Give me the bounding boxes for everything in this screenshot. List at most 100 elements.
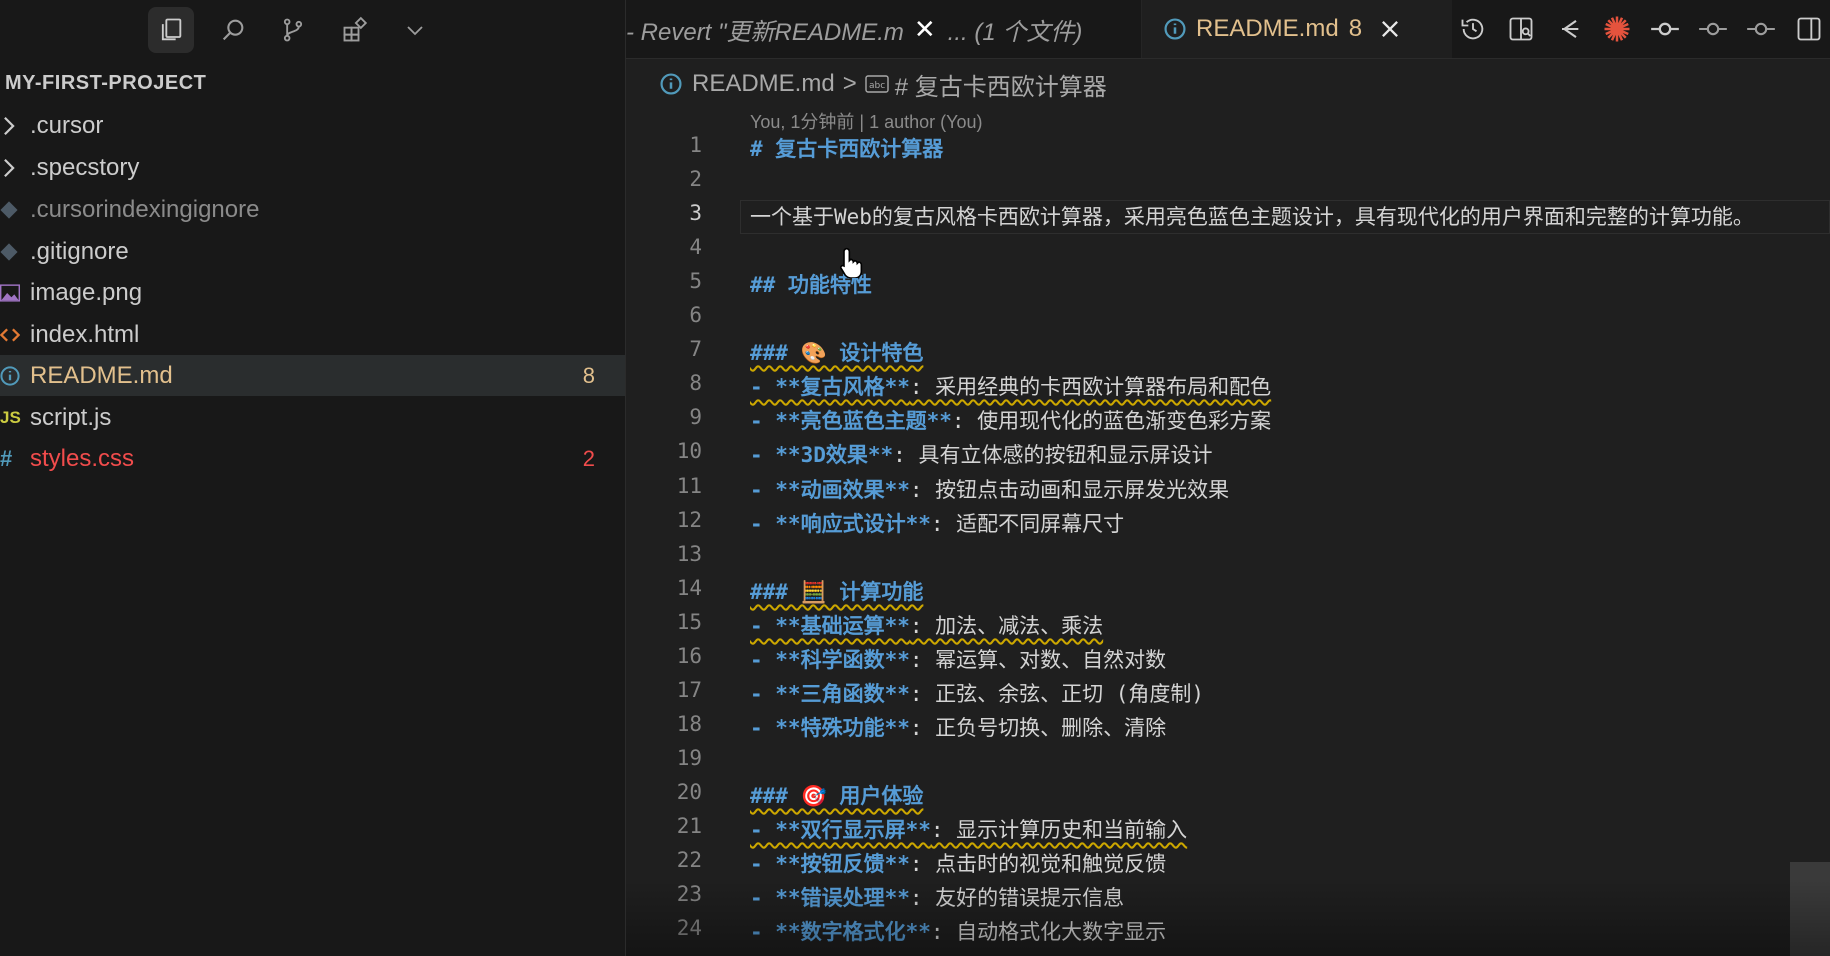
- line-number[interactable]: 4: [640, 235, 702, 259]
- cursor-sparkle-icon[interactable]: [1600, 12, 1634, 46]
- compare-changes-icon[interactable]: [1552, 12, 1586, 46]
- tree-item-cursor[interactable]: .cursor: [0, 105, 625, 146]
- line-number[interactable]: 6: [640, 303, 702, 327]
- close-icon[interactable]: ✕: [914, 14, 936, 45]
- code-token: - **亮色蓝色主题**: [750, 409, 952, 433]
- code-line[interactable]: - **特殊功能**: 正负号切换、删除、清除: [750, 712, 1166, 742]
- line-number[interactable]: 7: [640, 337, 702, 361]
- git-commit-icon[interactable]: [1648, 12, 1682, 46]
- line-number[interactable]: 1: [640, 133, 702, 157]
- tab-readme[interactable]: README.md 8: [1142, 0, 1452, 58]
- line-number[interactable]: 12: [640, 508, 702, 532]
- line-number[interactable]: 19: [640, 746, 702, 770]
- tree-item-styles-css[interactable]: # styles.css 2: [0, 438, 625, 479]
- problem-count-badge: 8: [582, 362, 595, 388]
- code-line[interactable]: - **数字格式化**: 自动格式化大数字显示: [750, 916, 1166, 946]
- code-line[interactable]: 一个基于Web的复古风格卡西欧计算器，采用亮色蓝色主题设计，具有现代化的用户界面…: [750, 201, 1754, 231]
- tree-item-cursorindexingignore[interactable]: .cursorindexingignore: [0, 189, 625, 230]
- line-number[interactable]: 13: [640, 542, 702, 566]
- line-number[interactable]: 18: [640, 712, 702, 736]
- activity-bar: [0, 0, 625, 58]
- line-number[interactable]: 16: [640, 644, 702, 668]
- tree-item-image-png[interactable]: image.png: [0, 272, 625, 313]
- code-token: : 加法、减法、乘法: [909, 614, 1104, 638]
- code-token: ### 🎨 设计特色: [750, 341, 924, 365]
- search-icon[interactable]: [210, 7, 256, 53]
- line-number[interactable]: 22: [640, 848, 702, 872]
- chevron-down-icon[interactable]: [392, 7, 438, 53]
- previous-change-icon[interactable]: [1696, 12, 1730, 46]
- code-line[interactable]: - **亮色蓝色主题**: 使用现代化的蓝色渐变色彩方案: [750, 405, 1271, 435]
- tree-item-readme[interactable]: README.md 8: [0, 355, 625, 396]
- code-token: ### 🎯 用户体验: [750, 784, 924, 808]
- code-token: ### 🧮 计算功能: [750, 580, 924, 604]
- line-number[interactable]: 9: [640, 405, 702, 429]
- line-number[interactable]: 15: [640, 610, 702, 634]
- breadcrumb: README.md > abc # 复古卡西欧计算器: [660, 66, 1107, 102]
- code-token: : 正负号切换、删除、清除: [909, 716, 1167, 740]
- code-token: : 自动格式化大数字显示: [930, 920, 1167, 944]
- line-number[interactable]: 21: [640, 814, 702, 838]
- code-line[interactable]: - **错误处理**: 友好的错误提示信息: [750, 882, 1124, 912]
- line-number[interactable]: 3: [640, 201, 702, 225]
- line-number[interactable]: 14: [640, 576, 702, 600]
- tree-item-label: image.png: [30, 278, 143, 306]
- chevron-right-icon: [0, 157, 30, 179]
- line-number[interactable]: 5: [640, 269, 702, 293]
- code-token: : 适配不同屏幕尺寸: [930, 512, 1125, 536]
- code-line[interactable]: - **基础运算**: 加法、减法、乘法: [750, 610, 1103, 640]
- code-token: - **按钮反馈**: [750, 852, 910, 876]
- code-line[interactable]: - **三角函数**: 正弦、余弦、正切 (角度制): [750, 678, 1204, 708]
- next-change-icon[interactable]: [1744, 12, 1778, 46]
- code-line[interactable]: - **按钮反馈**: 点击时的视觉和触觉反馈: [750, 848, 1166, 878]
- open-preview-icon[interactable]: [1504, 12, 1538, 46]
- line-number[interactable]: 8: [640, 371, 702, 395]
- timeline-history-icon[interactable]: [1456, 12, 1490, 46]
- code-line[interactable]: ### 🎯 用户体验: [750, 780, 923, 810]
- tab-bar: - Revert "更新README.m ✕ ... (1 个文件) READM…: [626, 0, 1830, 59]
- explorer-title: MY-FIRST-PROJECT: [5, 72, 207, 94]
- line-number[interactable]: 11: [640, 474, 702, 498]
- code-line[interactable]: - **3D效果**: 具有立体感的按钮和显示屏设计: [750, 439, 1212, 469]
- extensions-icon[interactable]: [332, 7, 378, 53]
- close-icon[interactable]: [1380, 19, 1400, 39]
- css-file-icon: #: [0, 445, 13, 471]
- line-number[interactable]: 24: [640, 916, 702, 940]
- line-number[interactable]: 20: [640, 780, 702, 804]
- line-number[interactable]: 17: [640, 678, 702, 702]
- git-blame-annotation[interactable]: You, 1分钟前 | 1 author (You): [750, 108, 982, 134]
- explorer-sidebar: MY-FIRST-PROJECT .cursor .specstory .cur…: [0, 0, 626, 956]
- source-control-icon[interactable]: [270, 7, 316, 53]
- tab-revert-diff[interactable]: - Revert "更新README.m ✕ ... (1 个文件): [626, 0, 1142, 58]
- code-token: - **特殊功能**: [750, 716, 910, 740]
- tree-item-script-js[interactable]: JS script.js: [0, 397, 625, 438]
- code-token: : 使用现代化的蓝色渐变色彩方案: [951, 409, 1272, 433]
- code-token: - **3D效果**: [750, 443, 894, 467]
- split-editor-icon[interactable]: [1792, 12, 1826, 46]
- editor-scrollbar-thumb[interactable]: [1790, 862, 1830, 956]
- code-line[interactable]: - **动画效果**: 按钮点击动画和显示屏发光效果: [750, 474, 1229, 504]
- problem-count-badge: 8: [1348, 15, 1363, 42]
- tab-label: README.md: [1196, 15, 1339, 42]
- explorer-icon[interactable]: [148, 7, 194, 53]
- code-line[interactable]: - **复古风格**: 采用经典的卡西欧计算器布局和配色: [750, 371, 1271, 401]
- tree-item-specstory[interactable]: .specstory: [0, 147, 625, 188]
- code-line[interactable]: ### 🧮 计算功能: [750, 576, 923, 606]
- code-line[interactable]: ### 🎨 设计特色: [750, 337, 923, 367]
- code-line[interactable]: - **响应式设计**: 适配不同屏幕尺寸: [750, 508, 1124, 538]
- code-token: # 复古卡西欧计算器: [750, 137, 944, 161]
- tree-item-label: .cursor: [30, 111, 104, 139]
- line-number[interactable]: 2: [640, 167, 702, 191]
- code-line[interactable]: - **科学函数**: 幂运算、对数、自然对数: [750, 644, 1166, 674]
- info-icon: [660, 73, 682, 95]
- tree-item-index-html[interactable]: index.html: [0, 314, 625, 355]
- breadcrumb-symbol[interactable]: # 复古卡西欧计算器: [895, 67, 1107, 102]
- code-line[interactable]: - **双行显示屏**: 显示计算历史和当前输入: [750, 814, 1187, 844]
- code-token: : 具有立体感的按钮和显示屏设计: [893, 443, 1213, 467]
- code-line[interactable]: # 复古卡西欧计算器: [750, 133, 943, 163]
- info-file-icon: [0, 365, 30, 386]
- tree-item-gitignore[interactable]: .gitignore: [0, 231, 625, 272]
- breadcrumb-file[interactable]: README.md: [692, 70, 835, 98]
- line-number[interactable]: 10: [640, 439, 702, 463]
- line-number[interactable]: 23: [640, 882, 702, 906]
